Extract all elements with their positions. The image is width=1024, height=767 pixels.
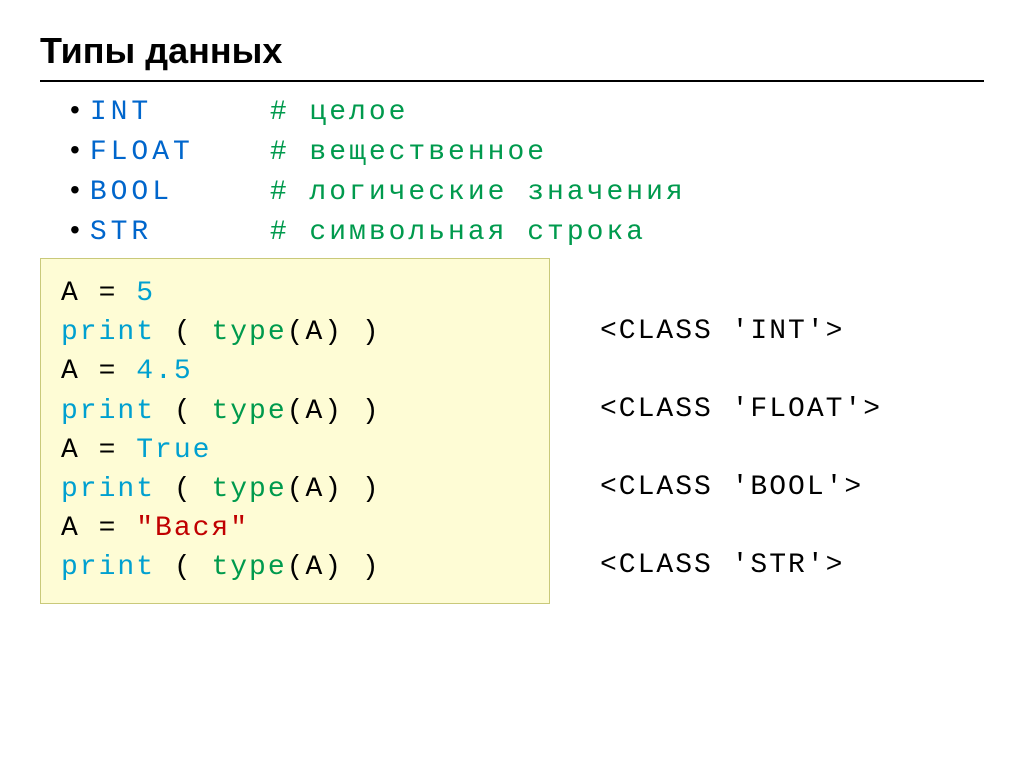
output-spacer (600, 429, 882, 468)
output-line: <class 'float'> (600, 390, 882, 429)
type-comment: # вещественное (270, 137, 547, 168)
code-line: A = True (61, 431, 529, 470)
type-comment: # целое (270, 97, 409, 128)
type-keyword: bool (90, 177, 270, 208)
bullet-icon: • (70, 174, 80, 206)
output-line: <class 'int'> (600, 312, 882, 351)
title-rule (40, 80, 984, 82)
type-comment: # символьная строка (270, 217, 646, 248)
output-spacer (600, 273, 882, 312)
bullet-icon: • (70, 94, 80, 126)
type-keyword: int (90, 97, 270, 128)
code-line: print ( type(A) ) (61, 392, 529, 431)
page-title: Типы данных (40, 30, 984, 72)
code-output-row: A = 5 print ( type(A) ) A = 4.5 print ( … (40, 258, 984, 604)
output-line: <class 'bool'> (600, 468, 882, 507)
code-line: A = 4.5 (61, 352, 529, 391)
output-spacer (600, 507, 882, 546)
code-line: A = 5 (61, 274, 529, 313)
code-block: A = 5 print ( type(A) ) A = 4.5 print ( … (40, 258, 550, 604)
type-item-str: • str # символьная строка (70, 214, 984, 248)
code-line: A = "Вася" (61, 509, 529, 548)
type-keyword: float (90, 137, 270, 168)
type-comment: # логические значения (270, 177, 686, 208)
code-line: print ( type(A) ) (61, 313, 529, 352)
type-item-int: • int # целое (70, 94, 984, 128)
bullet-icon: • (70, 214, 80, 246)
output-line: <class 'str'> (600, 546, 882, 585)
type-item-float: • float # вещественное (70, 134, 984, 168)
code-line: print ( type(A) ) (61, 470, 529, 509)
type-item-bool: • bool # логические значения (70, 174, 984, 208)
bullet-icon: • (70, 134, 80, 166)
type-keyword: str (90, 217, 270, 248)
output-spacer (600, 351, 882, 390)
output-block: <class 'int'> <class 'float'> <class 'bo… (600, 258, 882, 604)
code-line: print ( type(A) ) (61, 548, 529, 587)
type-list: • int # целое • float # вещественное • b… (70, 94, 984, 248)
